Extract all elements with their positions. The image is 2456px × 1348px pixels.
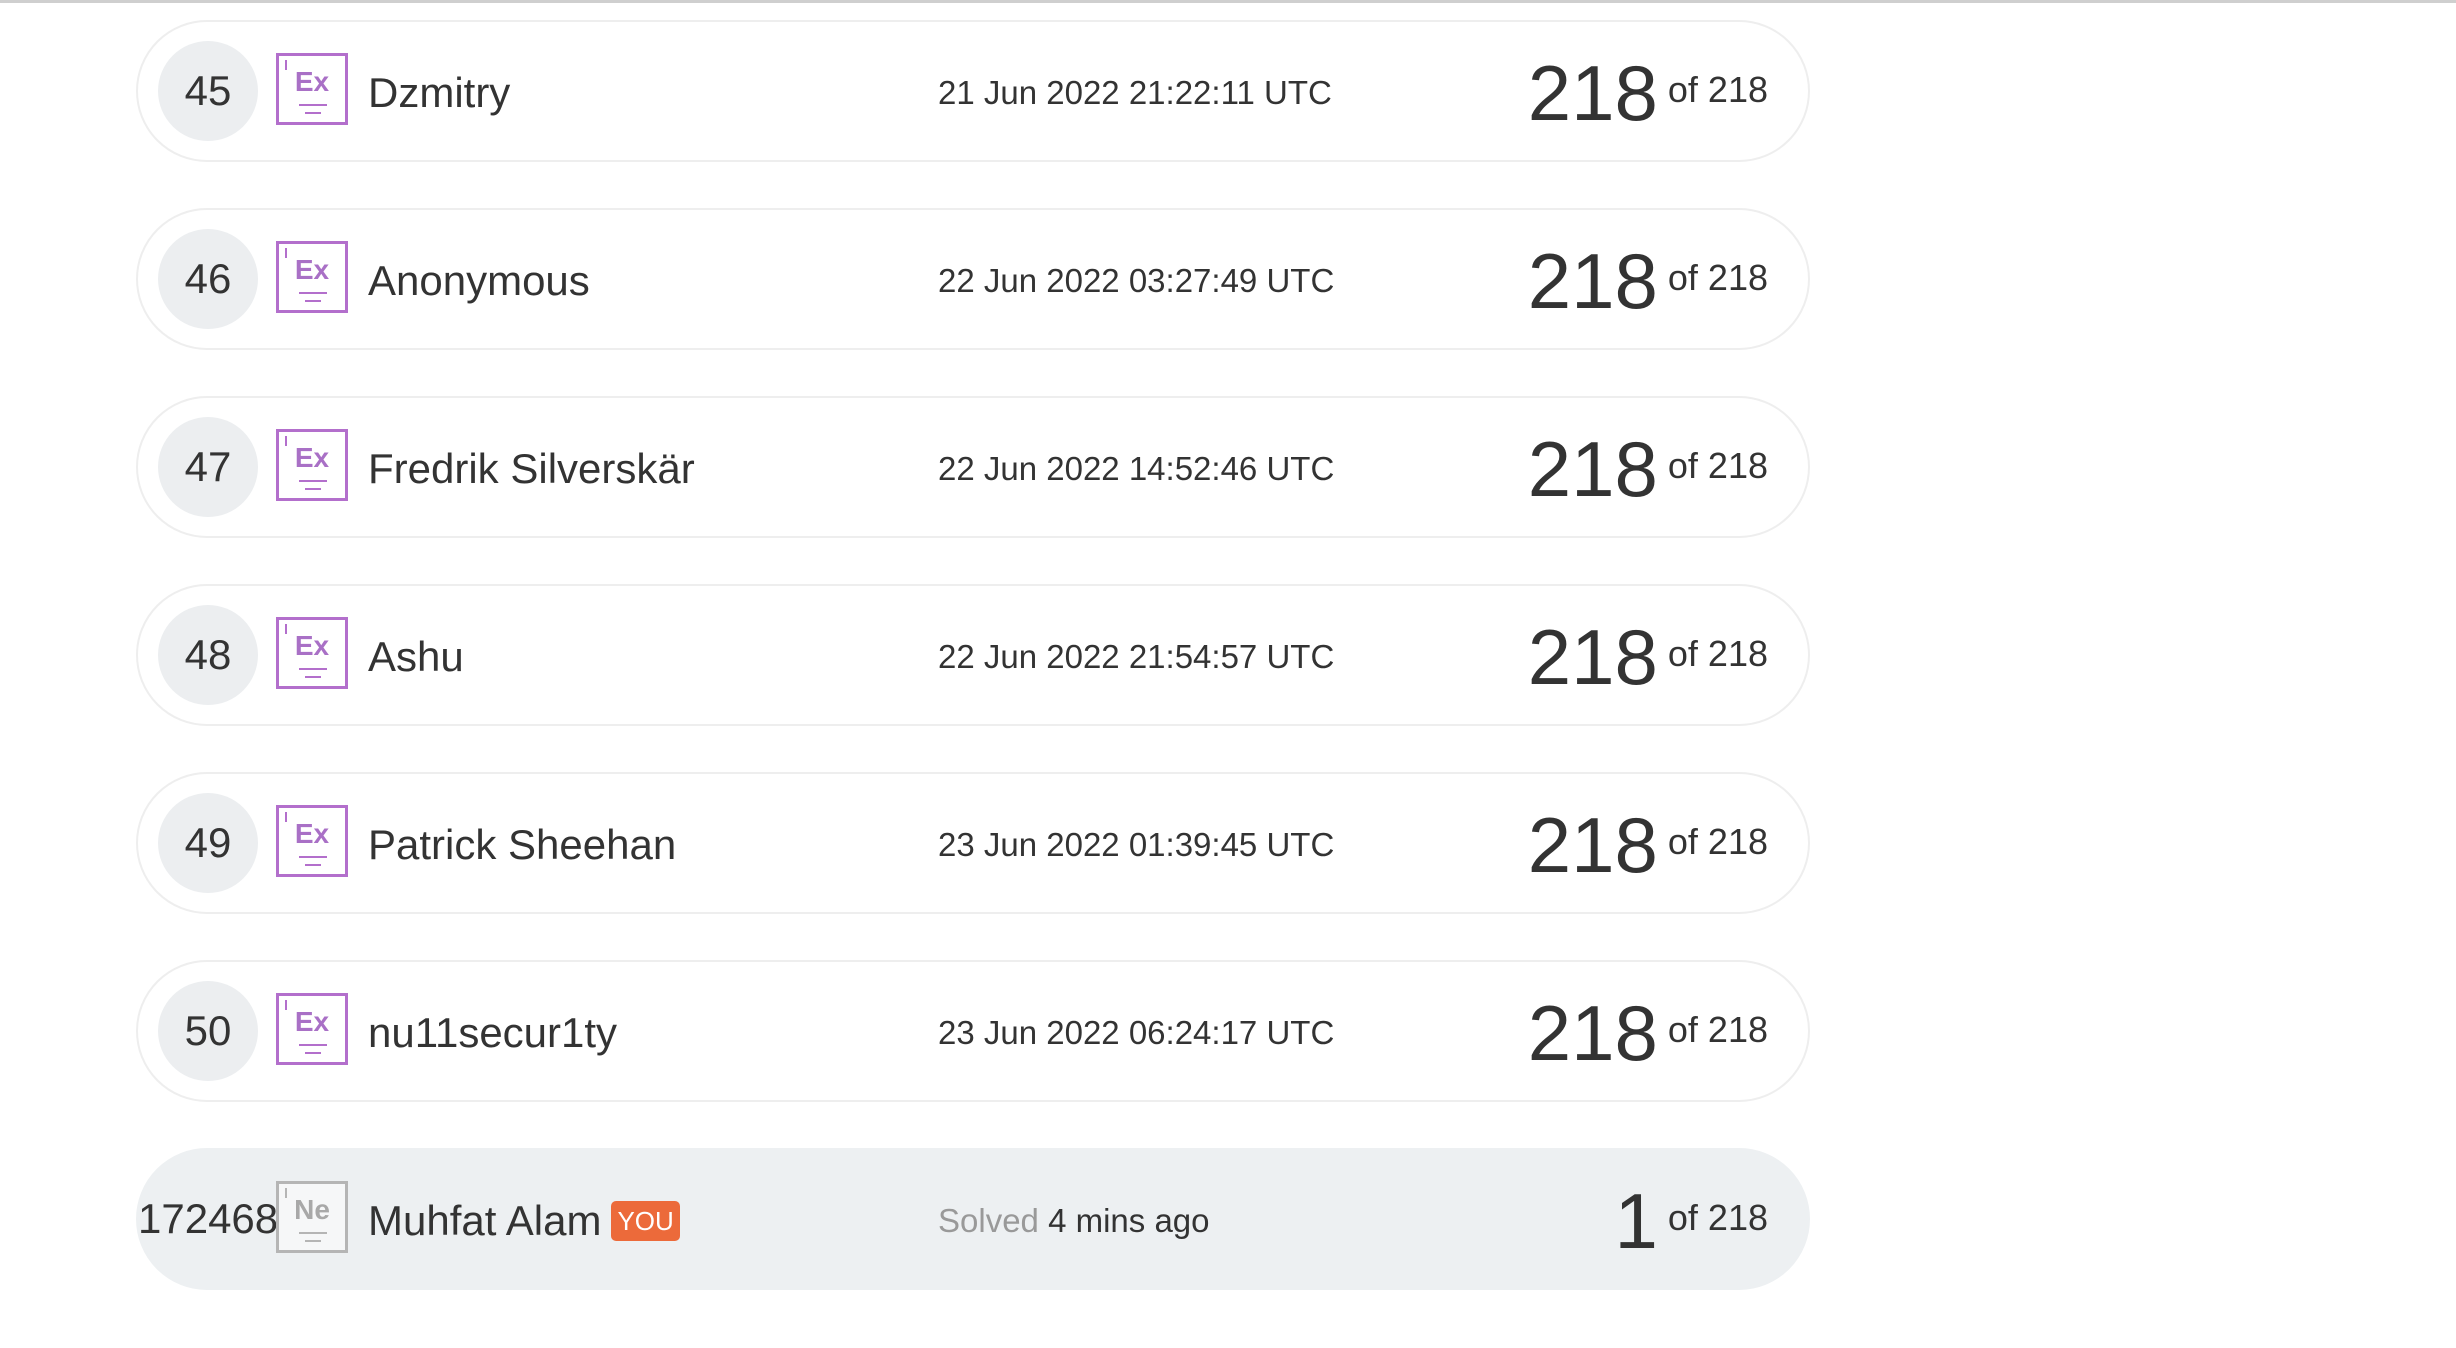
solved-time: 4 mins ago [1048, 1202, 1210, 1239]
novice-level-icon: Ne [276, 1181, 348, 1253]
top-border [0, 0, 2456, 3]
rank-number: 50 [158, 981, 258, 1081]
score: 218 of 218 [1528, 586, 1768, 728]
score: 218 of 218 [1528, 398, 1768, 540]
rank-number: 49 [158, 793, 258, 893]
leaderboard-row: 46 Ex Anonymous 22 Jun 2022 03:27:49 UTC… [136, 208, 1810, 350]
leaderboard-row: 45 Ex Dzmitry 21 Jun 2022 21:22:11 UTC 2… [136, 20, 1810, 162]
score-value: 218 [1527, 801, 1658, 889]
current-user-name[interactable]: Muhfat Alam [368, 1197, 601, 1244]
score-total: of 218 [1667, 257, 1768, 298]
score-total: of 218 [1667, 69, 1768, 110]
score-value: 218 [1527, 989, 1658, 1077]
score-total: of 218 [1667, 445, 1768, 486]
leaderboard: 45 Ex Dzmitry 21 Jun 2022 21:22:11 UTC 2… [136, 20, 1810, 1336]
rank-number: 46 [158, 229, 258, 329]
expert-level-icon: Ex [276, 53, 348, 125]
solved-status: Solved 4 mins ago [938, 1150, 1210, 1292]
score-value: 218 [1527, 49, 1658, 137]
player-name[interactable]: Muhfat Alam YOU [368, 1150, 680, 1292]
solved-date: 22 Jun 2022 14:52:46 UTC [938, 450, 1335, 487]
leaderboard-row: 48 Ex Ashu 22 Jun 2022 21:54:57 UTC 218 o… [136, 584, 1810, 726]
score-value: 218 [1527, 613, 1658, 701]
score-value: 1 [1614, 1177, 1658, 1265]
score-total: of 218 [1667, 1197, 1768, 1238]
player-name[interactable]: Ashu [368, 586, 464, 728]
player-name[interactable]: Fredrik Silverskär [368, 398, 695, 540]
solved-date: 22 Jun 2022 21:54:57 UTC [938, 638, 1335, 675]
score: 218 of 218 [1528, 774, 1768, 916]
expert-level-icon: Ex [276, 805, 348, 877]
leaderboard-row: 49 Ex Patrick Sheehan 23 Jun 2022 01:39:… [136, 772, 1810, 914]
you-badge: YOU [611, 1200, 680, 1241]
score: 1 of 218 [1615, 1150, 1768, 1292]
score: 218 of 218 [1528, 210, 1768, 352]
score-total: of 218 [1667, 821, 1768, 862]
rank-number: 172468 [138, 1195, 279, 1242]
player-name[interactable]: Dzmitry [368, 22, 510, 164]
score-total: of 218 [1667, 1009, 1768, 1050]
solved-date: 23 Jun 2022 06:24:17 UTC [938, 1014, 1335, 1051]
leaderboard-row: 47 Ex Fredrik Silverskär 22 Jun 2022 14:… [136, 396, 1810, 538]
rank-number: 45 [158, 41, 258, 141]
expert-level-icon: Ex [276, 993, 348, 1065]
rank-number: 48 [158, 605, 258, 705]
score-total: of 218 [1667, 633, 1768, 674]
rank-number: 47 [158, 417, 258, 517]
solved-date: 23 Jun 2022 01:39:45 UTC [938, 826, 1335, 863]
leaderboard-row: 50 Ex nu11secur1ty 23 Jun 2022 06:24:17 … [136, 960, 1810, 1102]
expert-level-icon: Ex [276, 429, 348, 501]
score: 218 of 218 [1528, 962, 1768, 1104]
score-value: 218 [1527, 425, 1658, 513]
solved-label: Solved [938, 1202, 1039, 1239]
score: 218 of 218 [1528, 22, 1768, 164]
player-name[interactable]: nu11secur1ty [368, 962, 617, 1104]
current-user-row: 172468 Ne Muhfat Alam YOU Solved 4 mins a… [136, 1148, 1810, 1290]
expert-level-icon: Ex [276, 241, 348, 313]
solved-date: 22 Jun 2022 03:27:49 UTC [938, 262, 1335, 299]
solved-date: 21 Jun 2022 21:22:11 UTC [938, 74, 1332, 111]
expert-level-icon: Ex [276, 617, 348, 689]
player-name[interactable]: Anonymous [368, 210, 590, 352]
score-value: 218 [1527, 237, 1658, 325]
player-name[interactable]: Patrick Sheehan [368, 774, 676, 916]
